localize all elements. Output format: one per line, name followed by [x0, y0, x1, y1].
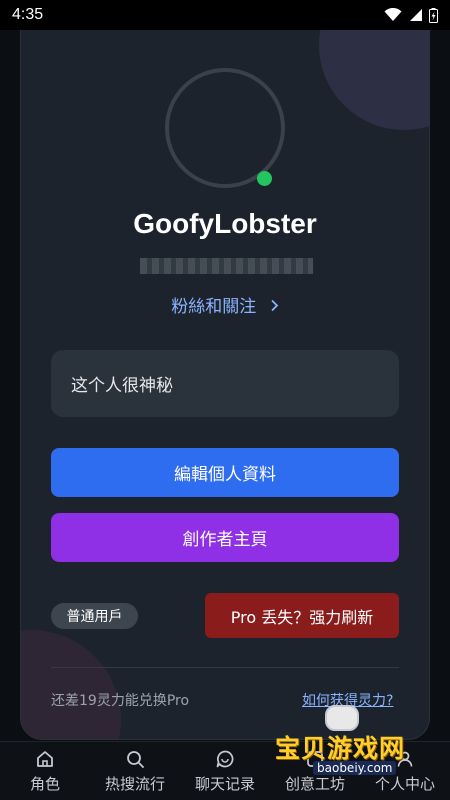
signal-icon [410, 9, 422, 21]
status-time: 4:35 [12, 6, 44, 23]
watermark-domain: baobeiy.com [313, 761, 397, 775]
watermark-brand: 宝贝游戏网 [275, 734, 406, 763]
nav-item-chat-history[interactable]: 聊天记录 [180, 742, 270, 800]
decorative-blob [21, 630, 121, 739]
edit-profile-button[interactable]: 編輯個人資料 [51, 448, 399, 497]
user-type-badge: 普通用戶 [51, 603, 138, 629]
online-status-dot [257, 171, 272, 186]
watermark: 宝贝游戏网 baobeiy.com [275, 705, 445, 780]
nav-item-trending[interactable]: 热搜流行 [90, 742, 180, 800]
battery-icon [429, 7, 438, 23]
points-message: 还差19灵力能兑换Pro [51, 693, 190, 709]
divider [51, 667, 399, 668]
masked-user-id [140, 258, 313, 274]
nav-item-label: 聊天记录 [194, 774, 255, 793]
followers-link[interactable]: 粉絲和關注 [0, 292, 450, 317]
wifi-icon [384, 8, 402, 21]
status-icons [384, 7, 438, 23]
nav-item-characters[interactable]: 角色 [0, 742, 90, 800]
pro-refresh-button[interactable]: Pro 丢失？强力刷新 [205, 593, 399, 638]
creator-home-button[interactable]: 創作者主頁 [51, 513, 399, 562]
username: GoofyLobster [133, 208, 317, 239]
home-icon [37, 750, 53, 767]
bio-box[interactable]: 这个人很神秘 [51, 350, 399, 417]
search-icon [127, 750, 144, 768]
gamepad-logo-icon [325, 705, 359, 731]
chat-icon [216, 750, 234, 767]
bio-text: 这个人很神秘 [71, 376, 173, 396]
avatar[interactable] [165, 68, 285, 188]
decorative-blob [319, 30, 429, 130]
nav-item-label: 热搜流行 [104, 774, 165, 793]
followers-link-label: 粉絲和關注 [171, 297, 257, 317]
nav-item-label: 角色 [29, 774, 60, 793]
status-bar: 4:35 [0, 0, 450, 30]
chevron-right-icon [270, 297, 279, 317]
